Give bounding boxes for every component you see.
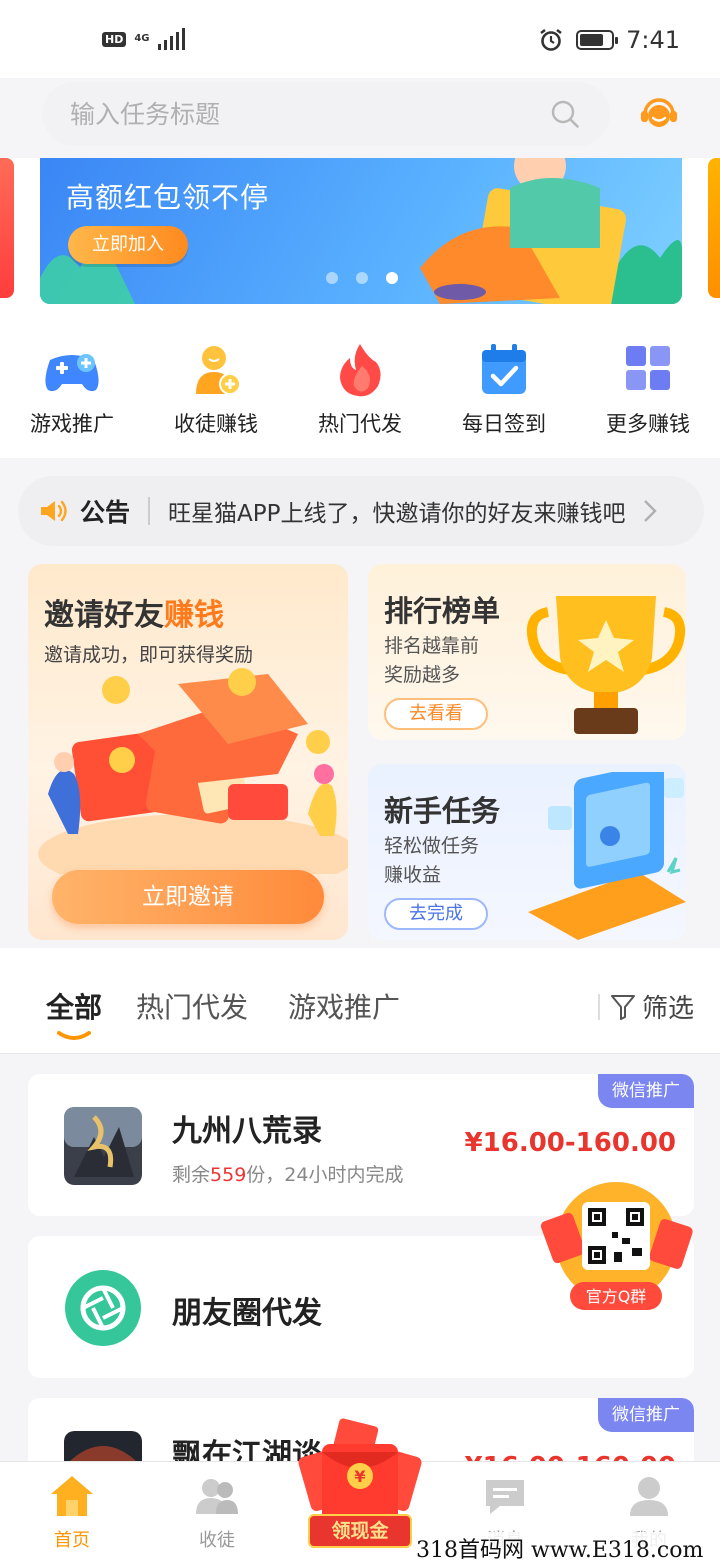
flame-icon [340, 344, 381, 397]
task-reward: ¥16.00-160.00 [464, 1128, 676, 1158]
banner-slide[interactable]: 高额红包领不停 立即加入 [40, 158, 682, 304]
quick-item-label: 更多赚钱 [606, 412, 690, 436]
banner-join-button[interactable]: 立即加入 [68, 226, 188, 264]
quick-item-label: 游戏推广 [30, 412, 114, 436]
filter-button[interactable]: 筛选 [597, 988, 694, 1025]
task-tag: 微信推广 [598, 1074, 694, 1108]
task-tablet-illustration [528, 772, 686, 940]
invite-card-subtitle: 邀请成功，即可获得奖励 [44, 644, 254, 666]
clock: 7:41 [626, 26, 680, 54]
profile-icon [630, 1477, 668, 1516]
tabbar-label: 收徒 [199, 1530, 235, 1551]
hd-badge: HD [102, 31, 127, 47]
announcement-text: 旺星猫APP上线了，快邀请你的好友来赚钱吧 [168, 501, 626, 527]
quick-item-label: 收徒赚钱 [174, 412, 258, 436]
banner-next-peek [708, 158, 720, 298]
claim-cash-button[interactable]: 领现金 [308, 1514, 412, 1548]
chevron-right-icon[interactable] [640, 497, 660, 525]
qq-group-qr-float[interactable]: 官方Q群 [536, 1176, 696, 1322]
red-envelope-illustration [38, 668, 348, 874]
leaderboard-title: 排行榜单 [384, 594, 501, 628]
quick-item-label: 热门代发 [318, 412, 402, 436]
network-type-label: 4G [134, 33, 150, 44]
quick-item-hot-repost[interactable]: 热门代发 [300, 306, 420, 458]
invite-friends-card[interactable]: 邀请好友赚钱 邀请成功，即可获得奖励 立即邀请 [28, 564, 348, 940]
announcement-title: 公告 [80, 498, 131, 527]
tab-hot-repost[interactable]: 热门代发 [136, 986, 248, 1026]
quick-item-recruit[interactable]: 收徒赚钱 [156, 306, 276, 458]
svg-text:¥: ¥ [354, 1467, 365, 1486]
carousel-indicator [326, 272, 398, 284]
leaderboard-card[interactable]: 排行榜单 排名越靠前 奖励越多 去看看 [368, 564, 686, 740]
watermark: 318首码网 www.E318.com [414, 1532, 706, 1560]
divider [597, 993, 600, 1020]
filter-label: 筛选 [641, 994, 694, 1024]
quick-item-game-promo[interactable]: 游戏推广 [12, 306, 132, 458]
filter-icon [610, 994, 635, 1020]
speaker-icon [41, 500, 67, 522]
message-icon [486, 1480, 524, 1514]
search-icon[interactable] [550, 99, 580, 129]
system-status: 7:41 [538, 26, 680, 54]
complete-task-button[interactable]: 去完成 [384, 898, 488, 930]
quick-item-daily-checkin[interactable]: 每日签到 [444, 306, 564, 458]
banner-prev-peek [0, 158, 14, 298]
task-title: 朋友圈代发 [172, 1296, 322, 1331]
task-category-tabs: 全部 热门代发 游戏推广 筛选 [0, 948, 720, 1054]
newbie-task-description: 轻松做任务 赚收益 [384, 835, 480, 886]
grid-icon [626, 346, 670, 390]
divider [148, 497, 151, 525]
gamepad-icon [45, 354, 99, 392]
newbie-task-title: 新手任务 [384, 794, 501, 828]
signal-icon [157, 28, 185, 50]
task-remaining: 剩余559份，24小时内完成 [172, 1164, 404, 1186]
active-tab-indicator [57, 1031, 91, 1040]
moments-aperture-icon [65, 1270, 141, 1346]
status-bar: HD 4G 7:41 [0, 0, 720, 78]
tab-all[interactable]: 全部 [46, 986, 102, 1026]
game-thumbnail [64, 1107, 142, 1185]
view-leaderboard-button[interactable]: 去看看 [384, 698, 488, 730]
network-status: HD 4G [102, 28, 185, 50]
qr-label: 官方Q群 [586, 1287, 647, 1306]
quick-menu: 游戏推广 收徒赚钱 热门代发 每日签到 更多赚钱 [0, 306, 720, 458]
search-bar[interactable] [42, 82, 610, 146]
leaderboard-description: 排名越靠前 奖励越多 [384, 635, 480, 686]
search-input[interactable] [70, 82, 540, 146]
invite-card-title: 邀请好友赚钱 [44, 598, 224, 633]
quick-item-more-earn[interactable]: 更多赚钱 [588, 306, 708, 458]
tabbar-recruit[interactable]: 收徒 [172, 1474, 262, 1552]
calendar-check-icon [482, 344, 526, 394]
customer-service-icon[interactable] [638, 92, 680, 134]
users-icon [196, 1479, 238, 1514]
tabbar-home[interactable]: 首页 [27, 1474, 117, 1552]
banner-title: 高额红包领不停 [66, 181, 270, 214]
alarm-icon [540, 28, 562, 51]
newbie-task-card[interactable]: 新手任务 轻松做任务 赚收益 去完成 [368, 764, 686, 940]
tabbar-label: 首页 [54, 1530, 90, 1551]
invite-now-button[interactable]: 立即邀请 [52, 870, 324, 924]
quick-item-label: 每日签到 [462, 412, 546, 436]
home-icon [51, 1476, 93, 1516]
banner-carousel[interactable]: 高额红包领不停 立即加入 [0, 158, 720, 306]
tab-game-promo[interactable]: 游戏推广 [288, 986, 400, 1026]
task-tag: 微信推广 [598, 1398, 694, 1432]
trophy-icon [526, 596, 686, 734]
announcement-bar[interactable]: 公告 旺星猫APP上线了，快邀请你的好友来赚钱吧 [18, 476, 704, 546]
task-title: 九州八荒录 [172, 1114, 322, 1149]
recruit-user-icon [196, 346, 241, 395]
battery-icon [576, 30, 619, 50]
